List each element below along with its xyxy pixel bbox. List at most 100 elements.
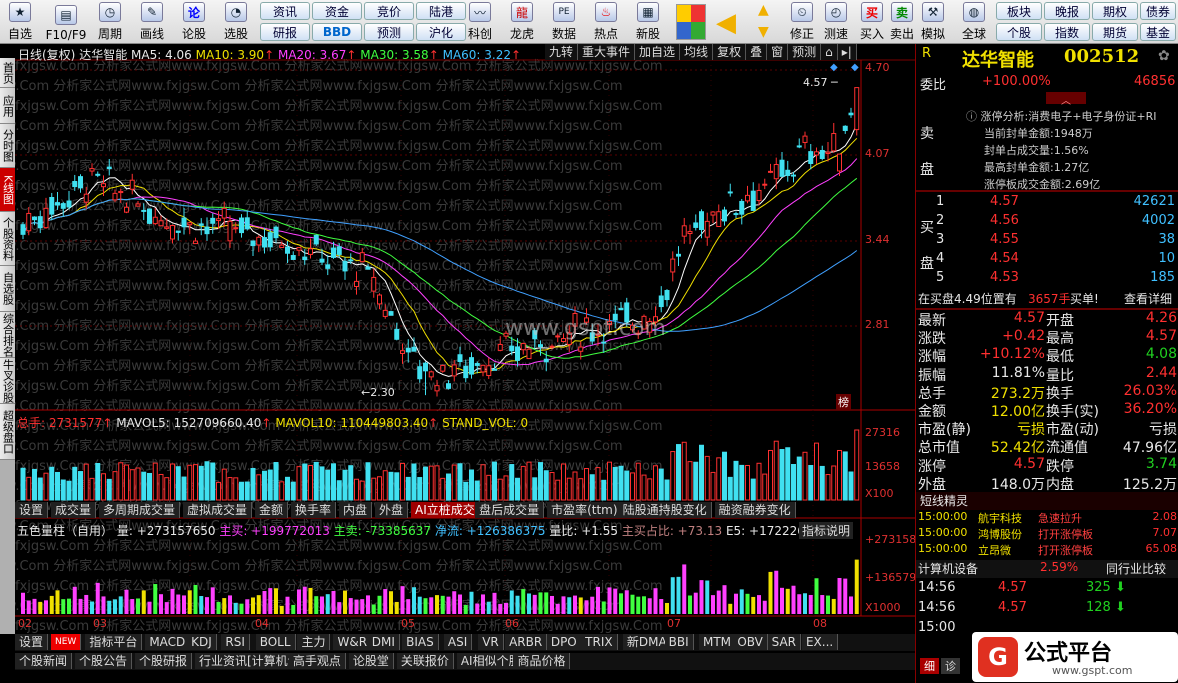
buy-level-row[interactable]: 3 4.55 38 [916,232,1178,250]
btn-yuce[interactable]: 预测 [364,23,414,41]
toolbar-redian[interactable]: ♨ 热点 [586,0,626,44]
tab-zhen[interactable]: 诊 [941,658,960,674]
tool-forecast[interactable]: 预测 [788,44,822,60]
indicator-tab[interactable]: NEW [51,634,82,650]
toolbar-cesu[interactable]: ◴ 测速 [818,0,854,44]
collapse-icon[interactable]: ︿ [1046,92,1086,107]
indicator-tab[interactable]: SAR [767,634,802,650]
volume-tab[interactable]: 外盘 [375,502,409,518]
leftnav-item[interactable]: 首页 [0,58,15,88]
indicator-tab[interactable]: 主力 [297,634,331,650]
indicator-tab[interactable]: 指标平台 [85,634,143,650]
leftnav-item[interactable]: 牛叉诊股 [0,358,15,404]
toolbar-lungu[interactable]: 论论股 [176,0,212,44]
sprite-row[interactable]: 15:00:00 立昂微 打开涨停板 65.08 [916,542,1178,560]
buy-level-row[interactable]: 4 4.54 10 [916,251,1178,269]
volume-tab[interactable]: 陆股通持股变化 [618,502,712,518]
volume-tab[interactable]: 金额 [255,502,289,518]
toolbar-shuju[interactable]: PE 数据 [544,0,584,44]
indicator-tab[interactable]: BBI [664,634,694,650]
toolbar-quanqiu[interactable]: ◍ 全球 [954,0,994,44]
btn-qihuo[interactable]: 期货 [1092,23,1138,41]
indicator-tab[interactable]: 设置 [15,634,49,650]
volume-tab[interactable]: 虚拟成交量 [183,502,253,518]
info-tab[interactable]: 关联报价 [396,653,454,669]
volume-tab[interactable]: 盘后成交量 [475,502,545,518]
indicator-tab[interactable]: OBV [733,634,768,650]
btn-gegu[interactable]: 个股 [996,23,1042,41]
toolbar-longhu[interactable]: 龍龙虎 [502,0,542,44]
settings-icon[interactable]: ✿ [1158,48,1170,64]
toolbar-xingu[interactable]: ▦ 新股 [628,0,668,44]
toolbar-xiuzheng[interactable]: ⏲ 修正 [784,0,820,44]
btn-jijin[interactable]: 基金 [1140,23,1176,41]
info-tab[interactable]: 个股研报 [135,653,193,669]
info-tab[interactable]: 论股堂 [348,653,394,669]
indicator-tab[interactable]: BIAS [402,634,439,650]
chart-period-label[interactable]: 日线(复权) [18,48,75,62]
toolbar-moni[interactable]: ⚒ 模拟 [916,0,950,44]
tool-add-fav[interactable]: 加自选 [635,44,681,60]
btn-bbd[interactable]: BBD [312,23,362,41]
indicator-explain-button[interactable]: 指标说明 [799,522,854,539]
toolbar-huaxian[interactable]: ✎ 画线 [134,0,170,44]
indicator-tab[interactable]: KDJ [187,634,217,650]
btn-yanbao[interactable]: 研报 [260,23,310,41]
volume-tab[interactable]: 成交量 [51,502,97,518]
toolbar-kechuang[interactable]: 〰科创 [460,0,500,44]
indicator-tab[interactable]: ARBR [505,634,548,650]
volume-tab[interactable]: 融资融券变化 [714,502,796,518]
btn-zhaiquan[interactable]: 债券 [1140,2,1176,20]
grid-color-icon[interactable] [676,4,706,40]
btn-zijin[interactable]: 资金 [312,2,362,20]
view-detail-link[interactable]: 查看详细 [1124,290,1172,307]
toolbar-maichu[interactable]: 卖卖出 [886,0,918,44]
lock-icon[interactable]: ⌂ [821,44,838,60]
info-tab[interactable]: 商品价格 [513,653,571,669]
toolbar-zhouqi[interactable]: ◷ 周期 [92,0,128,44]
kline-chart-area[interactable]: fxjgsw.Com 分析家公式网www.fxjgsw.Com 分析家公式网ww… [15,44,916,634]
btn-zhishu[interactable]: 指数 [1044,23,1090,41]
leftnav-item[interactable]: 应用 [0,88,15,124]
tool-fuquan[interactable]: 复权 [713,44,747,60]
indicator-tab[interactable]: DMI [367,634,400,650]
leftnav-item[interactable]: 超级盘口 [0,404,15,460]
btn-qiquan[interactable]: 期权 [1092,2,1138,20]
indicator-tab[interactable]: ASI [443,634,473,650]
up-arrow-icon[interactable]: ▲ [758,2,769,18]
indicator-tab[interactable]: MACD [145,634,191,650]
indicator-tab[interactable]: EX... [801,634,839,650]
btn-bankuai[interactable]: 板块 [996,2,1042,20]
buy-level-row[interactable]: 1 4.57 42621 [916,194,1178,212]
buy-level-row[interactable]: 5 4.53 185 [916,270,1178,288]
expand-icon[interactable]: ▸| [837,44,857,60]
toolbar-xuangu[interactable]: ◔ 选股 [218,0,254,44]
leftnav-item[interactable]: 综合排名 [0,312,15,358]
indicator-tab[interactable]: RSI [221,634,250,650]
btn-zixun[interactable]: 资讯 [260,2,310,20]
tab-xi[interactable]: 细 [920,658,939,674]
volume-tab[interactable]: 内盘 [339,502,373,518]
info-tab[interactable]: 个股公告 [75,653,133,669]
indicator-tab[interactable]: BOLL [255,634,296,650]
down-arrow-icon[interactable]: ▼ [758,24,769,40]
tool-events[interactable]: 重大事件 [578,44,636,60]
leftnav-item[interactable]: K线图 [0,168,15,212]
event-diamond-icon[interactable]: ◆ [830,62,838,73]
indicator-tab[interactable]: TRIX [581,634,618,650]
tool-ma[interactable]: 均线 [680,44,714,60]
info-tab[interactable]: 个股新闻 [15,653,73,669]
tool-jiuzhuan[interactable]: 九转 [545,44,579,60]
leftnav-item[interactable]: 个股资料 [0,212,15,266]
rank-badge[interactable]: 榜 [836,394,851,410]
tool-window[interactable]: 窗 [767,44,789,60]
btn-jingjia[interactable]: 竞价 [364,2,414,20]
btn-wanbao[interactable]: 晚报 [1044,2,1090,20]
back-arrow-icon[interactable]: ◀ [716,8,736,38]
volume-tab[interactable]: 市盈率(ttm) [547,502,623,518]
indicator-tab[interactable]: VR [478,634,504,650]
toolbar-mairu[interactable]: 买买入 [856,0,888,44]
volume-tab[interactable]: 多周期成交量 [99,502,181,518]
event-diamond-icon[interactable]: ◆ [851,62,859,73]
info-tab[interactable]: 高手观点 [288,653,346,669]
